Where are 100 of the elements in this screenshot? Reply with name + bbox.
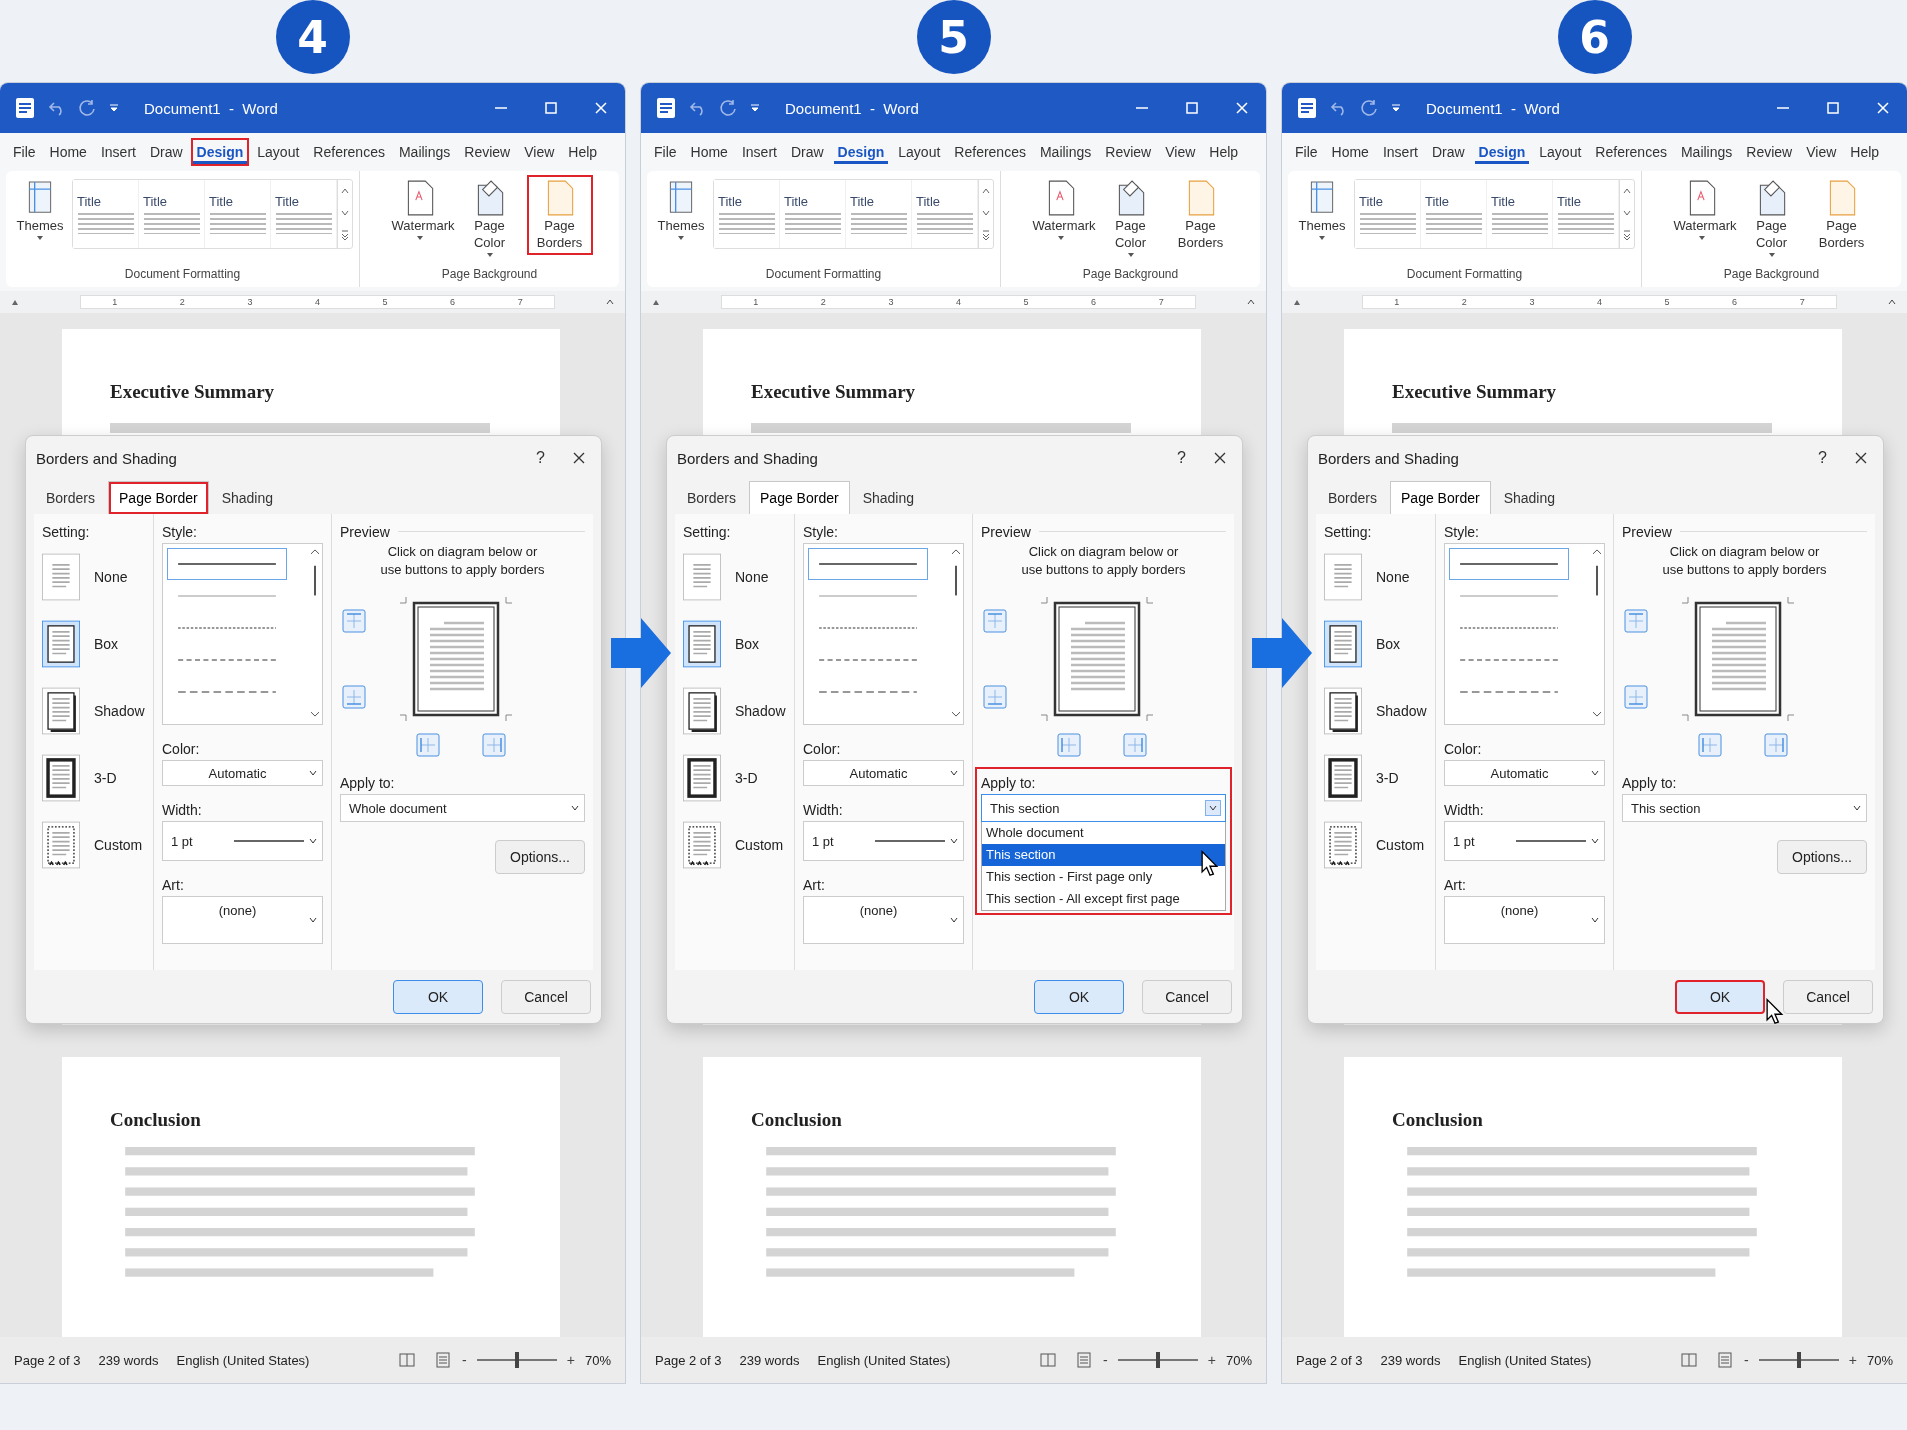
zoom-in-button[interactable]: +: [1848, 1352, 1857, 1368]
cancel-button[interactable]: Cancel: [1142, 980, 1232, 1014]
art-dropdown[interactable]: (none): [162, 896, 323, 944]
setting-option[interactable]: [683, 752, 721, 803]
read-mode-icon[interactable]: [1680, 1351, 1699, 1369]
read-mode-icon[interactable]: [1039, 1351, 1058, 1369]
dialog-tab[interactable]: Shading: [1493, 482, 1566, 514]
themes-button[interactable]: Themes: [653, 175, 709, 246]
ribbon-button[interactable]: Page Color: [456, 175, 523, 263]
dialog-tab[interactable]: Borders: [677, 482, 747, 514]
menu-tab[interactable]: Design: [831, 138, 891, 166]
menu-tab[interactable]: Review: [1099, 138, 1158, 166]
border-button[interactable]: [983, 685, 1007, 709]
ok-button[interactable]: OK: [393, 980, 483, 1014]
color-dropdown[interactable]: Automatic: [803, 760, 964, 786]
themes-button[interactable]: Themes: [1294, 175, 1350, 246]
menu-tab[interactable]: Home: [1325, 138, 1375, 166]
color-dropdown[interactable]: Automatic: [1444, 760, 1605, 786]
border-button[interactable]: [1698, 733, 1722, 757]
menu-tab[interactable]: Draw: [784, 138, 830, 166]
dropdown-option[interactable]: Whole document: [982, 822, 1225, 844]
border-button[interactable]: [342, 609, 366, 633]
help-button[interactable]: ?: [1171, 448, 1192, 468]
width-dropdown[interactable]: 1 pt: [1444, 821, 1605, 861]
dropdown-option[interactable]: This section: [982, 844, 1225, 866]
menu-tab[interactable]: View: [1800, 138, 1843, 166]
menu-tab[interactable]: Mailings: [1674, 138, 1739, 166]
zoom-thumb[interactable]: [1796, 1352, 1801, 1368]
setting-option[interactable]: [42, 752, 80, 803]
ribbon-button[interactable]: Watermark: [1668, 175, 1735, 246]
menu-tab[interactable]: References: [1589, 138, 1673, 166]
menu-tab[interactable]: View: [1159, 138, 1202, 166]
menu-tab[interactable]: Help: [1203, 138, 1245, 166]
zoom-in-button[interactable]: +: [566, 1352, 575, 1368]
setting-option[interactable]: [42, 685, 80, 736]
menu-tab[interactable]: Home: [43, 138, 93, 166]
dialog-tab[interactable]: Borders: [36, 482, 106, 514]
menu-tab[interactable]: References: [307, 138, 391, 166]
caret-icon[interactable]: [749, 102, 761, 114]
menu-tab[interactable]: References: [948, 138, 1032, 166]
options-button[interactable]: Options...: [495, 840, 585, 874]
cancel-button[interactable]: Cancel: [501, 980, 591, 1014]
menu-tab[interactable]: Insert: [735, 138, 783, 166]
zoom-thumb[interactable]: [514, 1352, 519, 1368]
setting-option[interactable]: [683, 819, 721, 870]
menu-tab[interactable]: Help: [562, 138, 604, 166]
menu-tab[interactable]: Home: [684, 138, 734, 166]
border-button[interactable]: [416, 733, 440, 757]
menu-tab[interactable]: Design: [1472, 138, 1532, 166]
menu-tab[interactable]: Mailings: [1033, 138, 1098, 166]
zoom-out-button[interactable]: -: [462, 1352, 467, 1368]
border-button[interactable]: [342, 685, 366, 709]
art-dropdown[interactable]: (none): [1444, 896, 1605, 944]
menu-tab[interactable]: Layout: [1533, 138, 1588, 166]
dialog-tab[interactable]: Shading: [852, 482, 925, 514]
menu-tab[interactable]: File: [648, 138, 683, 166]
setting-option[interactable]: [1324, 752, 1362, 803]
ok-button[interactable]: OK: [1034, 980, 1124, 1014]
dialog-tab[interactable]: Page Border: [1391, 482, 1490, 514]
menu-tab[interactable]: File: [7, 138, 42, 166]
apply-to-dropdown[interactable]: Whole document: [340, 794, 585, 822]
dialog-tab[interactable]: Shading: [211, 482, 284, 514]
ribbon-button[interactable]: Page Color: [1097, 175, 1164, 263]
border-button[interactable]: [1123, 733, 1147, 757]
menu-tab[interactable]: Insert: [1376, 138, 1424, 166]
read-mode-icon[interactable]: [398, 1351, 417, 1369]
cancel-button[interactable]: Cancel: [1783, 980, 1873, 1014]
ribbon-button[interactable]: Page Borders: [1808, 175, 1875, 255]
border-button[interactable]: [983, 609, 1007, 633]
border-button[interactable]: [1057, 733, 1081, 757]
help-button[interactable]: ?: [1812, 448, 1833, 468]
options-button[interactable]: Options...: [1777, 840, 1867, 874]
border-button[interactable]: [1764, 733, 1788, 757]
apply-to-dropdown[interactable]: This section: [1622, 794, 1867, 822]
ribbon-button[interactable]: Watermark: [386, 175, 453, 246]
style-thumbnail[interactable]: Title: [714, 180, 780, 248]
setting-option[interactable]: [1324, 685, 1362, 736]
style-thumbnail[interactable]: Title: [73, 180, 139, 248]
dialog-tab[interactable]: Borders: [1318, 482, 1388, 514]
apply-to-dropdown[interactable]: This section: [981, 794, 1226, 822]
setting-option[interactable]: [42, 618, 80, 669]
menu-tab[interactable]: File: [1289, 138, 1324, 166]
help-button[interactable]: ?: [530, 448, 551, 468]
art-dropdown[interactable]: (none): [803, 896, 964, 944]
menu-tab[interactable]: Insert: [94, 138, 142, 166]
collapse-icon[interactable]: [605, 297, 615, 307]
setting-option[interactable]: [1324, 618, 1362, 669]
menu-tab[interactable]: Help: [1844, 138, 1886, 166]
menu-tab[interactable]: Draw: [1425, 138, 1471, 166]
line-style-option[interactable]: [1449, 548, 1569, 580]
caret-icon[interactable]: [108, 102, 120, 114]
line-style-option[interactable]: [808, 548, 928, 580]
zoom-out-button[interactable]: -: [1744, 1352, 1749, 1368]
collapse-icon[interactable]: [1246, 297, 1256, 307]
menu-tab[interactable]: Review: [458, 138, 517, 166]
ribbon-button[interactable]: Page Borders: [526, 175, 593, 255]
menu-tab[interactable]: Review: [1740, 138, 1799, 166]
border-button[interactable]: [1624, 609, 1648, 633]
menu-tab[interactable]: Layout: [251, 138, 306, 166]
line-style-option[interactable]: [167, 548, 287, 580]
